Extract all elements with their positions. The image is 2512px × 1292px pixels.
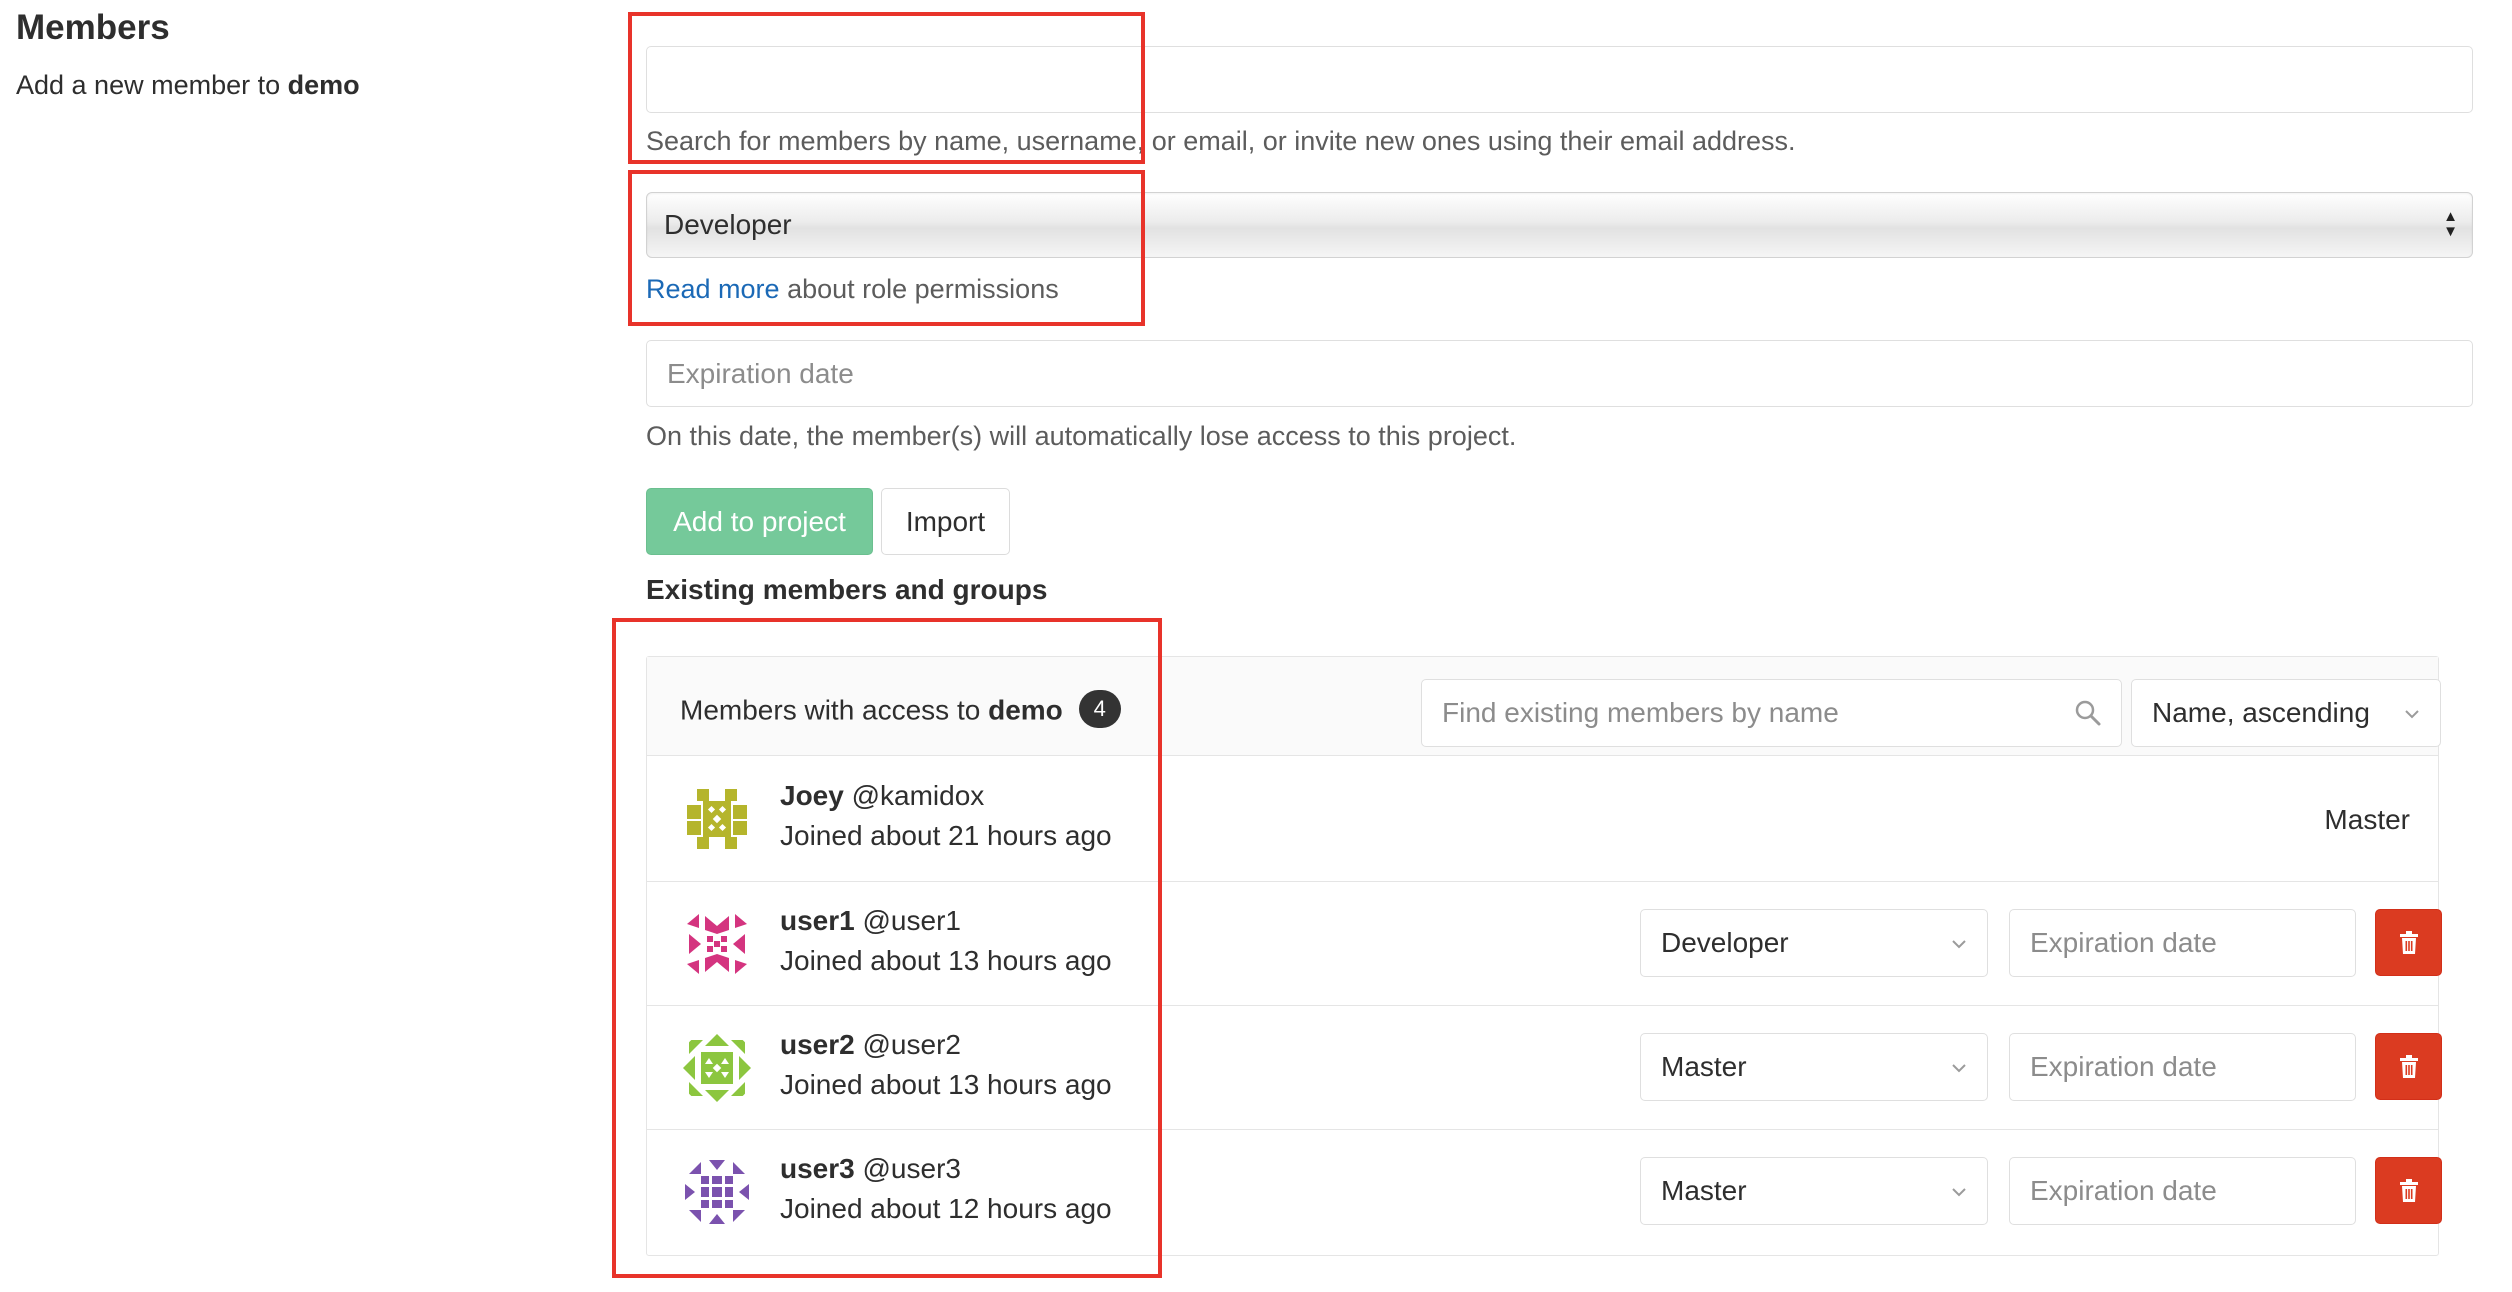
member-row: user1 @user1 Joined about 13 hours ago D… [647, 882, 2442, 1006]
panel-project-name: demo [988, 694, 1063, 726]
member-joined: Joined about 12 hours ago [780, 1193, 1112, 1224]
member-name: Joey @kamidox [780, 780, 984, 812]
member-display-name[interactable]: user1 [780, 905, 855, 936]
trash-icon [2399, 1178, 2418, 1202]
member-count-badge: 4 [1078, 690, 1121, 728]
member-joined: Joined about 13 hours ago [780, 1069, 1112, 1100]
member-role-dropdown[interactable]: Master [1640, 1033, 1988, 1101]
member-username: @user2 [862, 1029, 961, 1060]
find-members-input[interactable]: Find existing members by name [1421, 679, 2122, 747]
member-username: @user1 [862, 905, 961, 936]
member-role-static: Master [2324, 804, 2410, 835]
member-expiration-input[interactable]: Expiration date [2009, 909, 2356, 977]
member-row: user2 @user2 Joined about 13 hours ago M… [647, 1006, 2442, 1130]
section-title: Members [16, 8, 170, 47]
panel-title-prefix: Members with access to [680, 694, 989, 726]
member-row: Joey @kamidox Joined about 21 hours ago … [647, 756, 2438, 882]
member-name: user1 @user1 [780, 905, 961, 937]
import-button[interactable]: Import [881, 488, 1010, 555]
avatar [679, 1154, 755, 1230]
members-panel-title: Members with access to demo 4 [680, 690, 1121, 731]
avatar [679, 906, 755, 982]
find-members-placeholder: Find existing members by name [1442, 697, 1839, 728]
member-display-name[interactable]: user3 [780, 1153, 855, 1184]
description-prefix: Add a new member to [16, 70, 288, 100]
expiration-date-help: On this date, the member(s) will automat… [646, 421, 1517, 451]
member-display-name[interactable]: Joey [780, 780, 844, 811]
add-to-project-button[interactable]: Add to project [646, 488, 873, 555]
expiration-date-placeholder: Expiration date [667, 357, 854, 389]
sort-dropdown[interactable]: Name, ascending [2131, 679, 2441, 747]
member-row: user3 @user3 Joined about 12 hours ago M… [647, 1130, 2442, 1256]
member-role-dropdown[interactable]: Developer [1640, 909, 1988, 977]
member-name: user3 @user3 [780, 1153, 961, 1185]
member-joined: Joined about 13 hours ago [780, 945, 1112, 976]
member-username: @user3 [862, 1153, 961, 1184]
member-username: @kamidox [851, 780, 985, 811]
member-joined: Joined about 21 hours ago [780, 820, 1112, 851]
read-more-suffix: about role permissions [779, 274, 1059, 304]
member-expiration-placeholder: Expiration date [2030, 927, 2217, 958]
members-panel-header: Members with access to demo 4 Find existi… [647, 657, 2441, 756]
read-more-link[interactable]: Read more [646, 274, 780, 304]
chevron-down-icon [1952, 1188, 1966, 1197]
member-expiration-placeholder: Expiration date [2030, 1051, 2217, 1082]
member-search-help: Search for members by name, username, or… [646, 126, 1796, 156]
access-level-value: Developer [664, 209, 792, 240]
role-permissions-help: Read more about role permissions [646, 274, 1059, 305]
trash-icon [2399, 930, 2418, 954]
member-expiration-input[interactable]: Expiration date [2009, 1157, 2356, 1225]
existing-members-heading: Existing members and groups [646, 574, 1048, 605]
member-name: user2 @user2 [780, 1029, 961, 1061]
chevron-down-icon [2405, 710, 2419, 719]
member-role-dropdown[interactable]: Master [1640, 1157, 1988, 1225]
avatar [679, 1030, 755, 1106]
remove-member-button[interactable] [2375, 1157, 2442, 1224]
member-search-input[interactable] [646, 46, 2473, 113]
member-role-value: Developer [1661, 927, 1789, 958]
member-display-name[interactable]: user2 [780, 1029, 855, 1060]
select-arrows-icon: ▲ ▼ [2443, 208, 2458, 240]
remove-member-button[interactable] [2375, 1033, 2442, 1100]
member-expiration-input[interactable]: Expiration date [2009, 1033, 2356, 1101]
avatar [679, 781, 755, 857]
project-name: demo [287, 70, 360, 100]
member-role-value: Master [1661, 1051, 1747, 1082]
sort-value: Name, ascending [2152, 697, 2370, 728]
expiration-date-input[interactable]: Expiration date [646, 340, 2473, 407]
chevron-down-icon [1952, 940, 1966, 949]
members-panel: Members with access to demo 4 Find existi… [646, 656, 2442, 1256]
member-role-value: Master [1661, 1175, 1747, 1206]
search-icon[interactable] [2073, 698, 2103, 728]
access-level-select[interactable]: Developer ▲ ▼ [646, 192, 2473, 258]
section-description: Add a new member to demo [16, 70, 360, 101]
chevron-down-icon [1952, 1064, 1966, 1073]
remove-member-button[interactable] [2375, 909, 2442, 976]
trash-icon [2399, 1054, 2418, 1078]
member-expiration-placeholder: Expiration date [2030, 1175, 2217, 1206]
